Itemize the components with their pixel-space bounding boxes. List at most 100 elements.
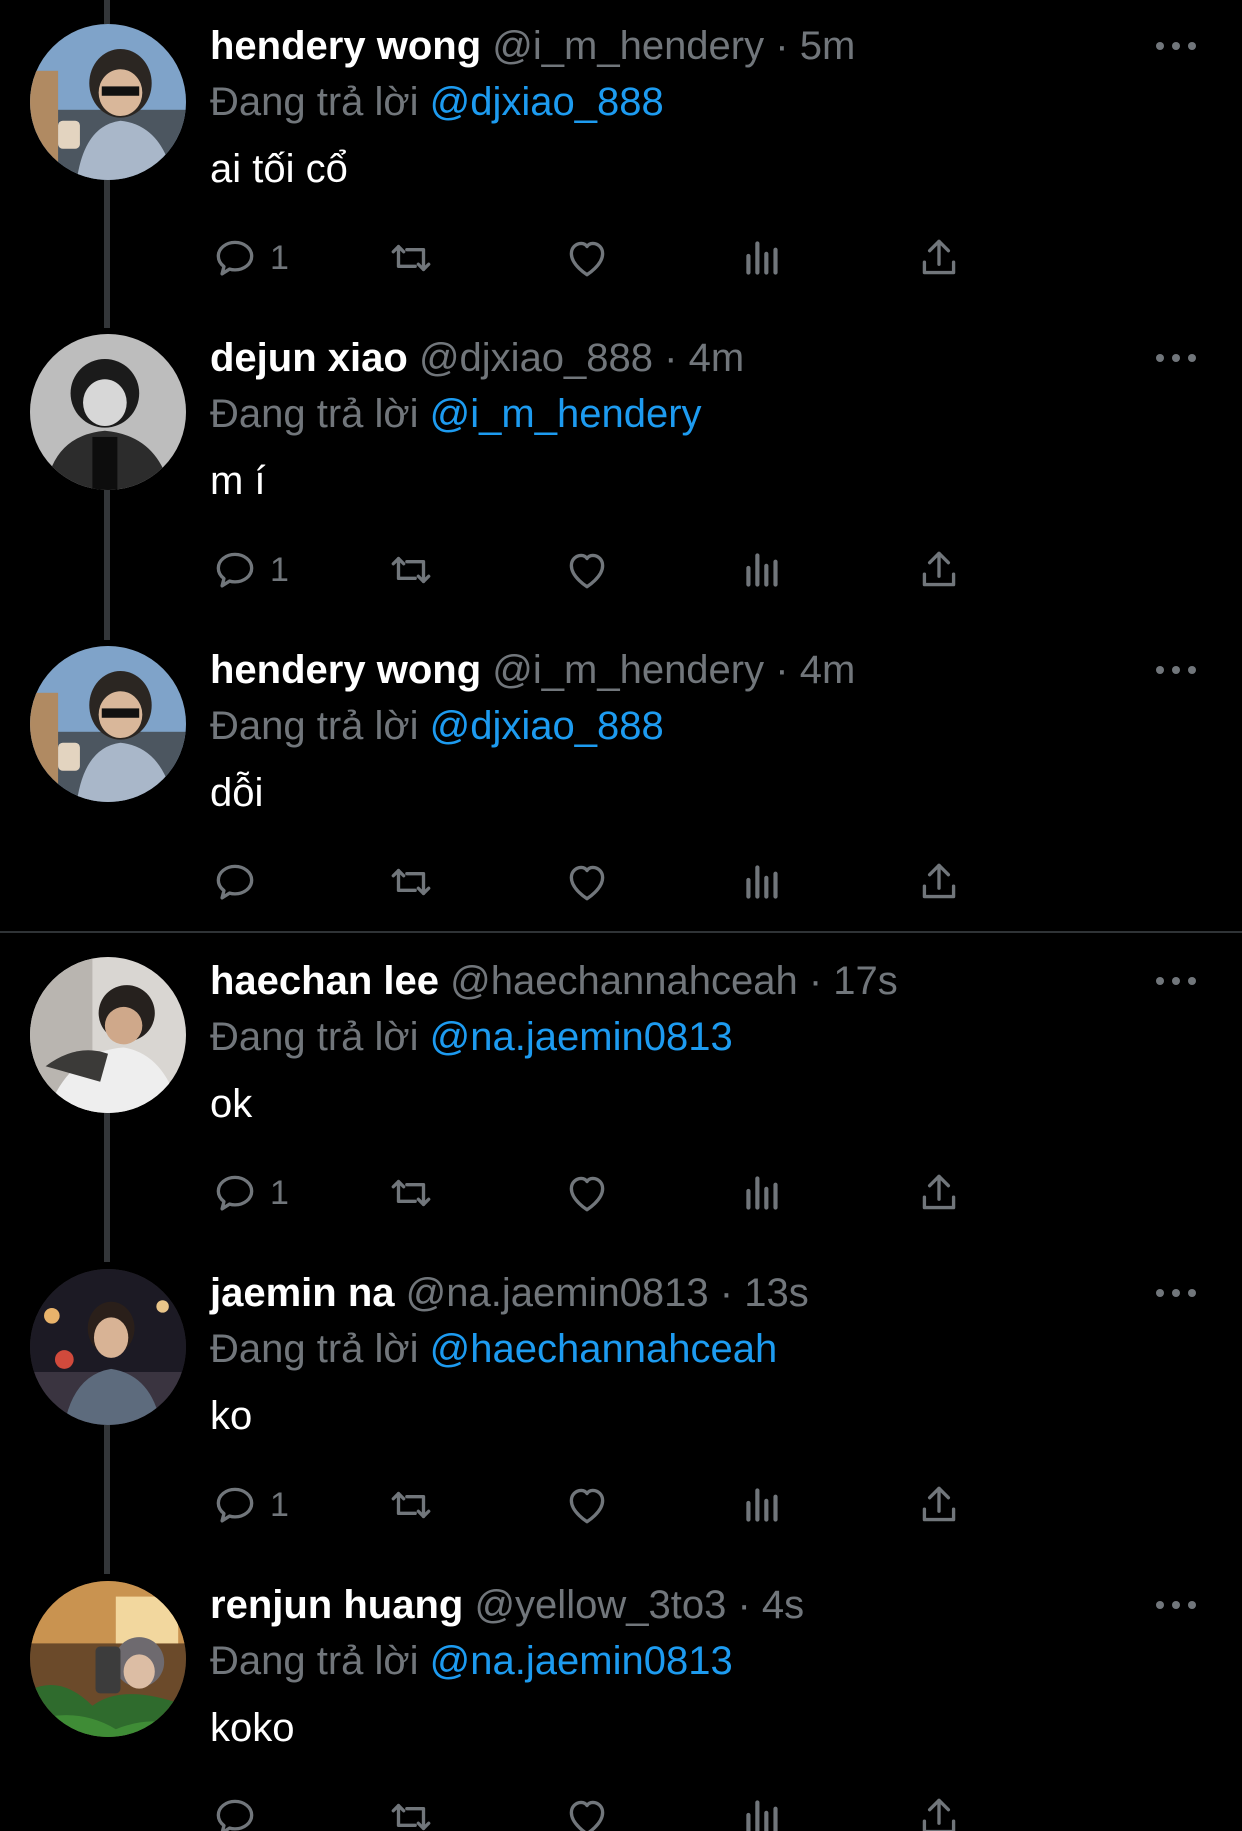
share-button[interactable]: [914, 1787, 964, 1831]
mention-link[interactable]: @na.jaemin0813: [430, 1639, 733, 1683]
retweet-icon: [391, 1803, 431, 1831]
username[interactable]: @djxiao_888: [419, 336, 653, 380]
avatar[interactable]: [30, 334, 186, 490]
separator: ·: [808, 959, 823, 1003]
avatar[interactable]: [30, 957, 186, 1113]
timestamp[interactable]: 4m: [689, 336, 745, 380]
username[interactable]: @i_m_hendery: [492, 24, 764, 68]
username[interactable]: @na.jaemin0813: [406, 1271, 709, 1315]
tweet-actions: 1: [210, 1475, 1110, 1535]
share-button[interactable]: [914, 1163, 964, 1223]
heart-icon: [569, 1488, 605, 1524]
retweet-button[interactable]: [386, 1163, 436, 1223]
views-icon: [746, 553, 778, 587]
tweet-actions: [210, 852, 1110, 912]
views-button[interactable]: [738, 1787, 788, 1831]
replying-to: Đang trả lời @djxiao_888: [210, 78, 664, 126]
more-icon[interactable]: [1156, 973, 1196, 989]
like-button[interactable]: [562, 228, 612, 288]
avatar[interactable]: [30, 1269, 186, 1425]
share-button[interactable]: [914, 852, 964, 912]
views-button[interactable]: [738, 1475, 788, 1535]
mention-link[interactable]: @djxiao_888: [430, 80, 664, 124]
more-icon[interactable]: [1156, 350, 1196, 366]
username[interactable]: @haechannahceah: [450, 959, 798, 1003]
retweet-icon: [391, 556, 431, 584]
more-icon[interactable]: [1156, 662, 1196, 678]
replying-label: Đang trả lời: [210, 704, 419, 748]
reply-icon: [216, 1175, 254, 1211]
reply-button[interactable]: [210, 852, 260, 912]
more-icon[interactable]: [1156, 38, 1196, 54]
tweet[interactable]: renjun huang @yellow_3to3 · 4s Đang trả …: [0, 1559, 1242, 1831]
share-button[interactable]: [914, 1475, 964, 1535]
tweet[interactable]: jaemin na @na.jaemin0813 · 13s Đang trả …: [0, 1247, 1242, 1559]
display-name[interactable]: jaemin na: [210, 1271, 395, 1315]
retweet-button[interactable]: [386, 1475, 436, 1535]
avatar[interactable]: [30, 646, 186, 802]
mention-link[interactable]: @na.jaemin0813: [430, 1015, 733, 1059]
mention-link[interactable]: @i_m_hendery: [430, 392, 702, 436]
replying-to: Đang trả lời @i_m_hendery: [210, 390, 702, 438]
display-name[interactable]: hendery wong: [210, 24, 481, 68]
reply-button[interactable]: [210, 1787, 260, 1831]
username[interactable]: @yellow_3to3: [474, 1583, 726, 1627]
timestamp[interactable]: 4m: [800, 648, 856, 692]
retweet-icon: [391, 868, 431, 896]
reply-button[interactable]: 1: [210, 540, 289, 600]
timestamp[interactable]: 13s: [744, 1271, 809, 1315]
display-name[interactable]: hendery wong: [210, 648, 481, 692]
username[interactable]: @i_m_hendery: [492, 648, 764, 692]
share-icon: [922, 1174, 956, 1210]
like-button[interactable]: [562, 1787, 612, 1831]
views-button[interactable]: [738, 852, 788, 912]
like-button[interactable]: [562, 852, 612, 912]
timestamp[interactable]: 5m: [800, 24, 856, 68]
retweet-button[interactable]: [386, 852, 436, 912]
tweet[interactable]: dejun xiao @djxiao_888 · 4m Đang trả lời…: [0, 312, 1242, 624]
more-icon[interactable]: [1156, 1597, 1196, 1613]
views-button[interactable]: [738, 540, 788, 600]
tweet-text: ko: [210, 1394, 253, 1438]
reply-button[interactable]: 1: [210, 1163, 289, 1223]
timestamp[interactable]: 17s: [833, 959, 898, 1003]
retweet-button[interactable]: [386, 1787, 436, 1831]
like-button[interactable]: [562, 540, 612, 600]
like-button[interactable]: [562, 1475, 612, 1535]
tweet[interactable]: hendery wong @i_m_hendery · 5m Đang trả …: [0, 0, 1242, 312]
replying-label: Đang trả lời: [210, 1015, 419, 1059]
share-button[interactable]: [914, 228, 964, 288]
views-button[interactable]: [738, 228, 788, 288]
mention-link[interactable]: @haechannahceah: [430, 1327, 778, 1371]
avatar[interactable]: [30, 24, 186, 180]
tweet[interactable]: haechan lee @haechannahceah · 17s Đang t…: [0, 935, 1242, 1247]
reply-button[interactable]: 1: [210, 228, 289, 288]
replying-to: Đang trả lời @haechannahceah: [210, 1325, 777, 1373]
display-name[interactable]: renjun huang: [210, 1583, 463, 1627]
reply-count: 1: [270, 550, 289, 589]
avatar[interactable]: [30, 1581, 186, 1737]
share-button[interactable]: [914, 540, 964, 600]
display-name[interactable]: haechan lee: [210, 959, 439, 1003]
tweet[interactable]: hendery wong @i_m_hendery · 4m Đang trả …: [0, 624, 1242, 936]
like-button[interactable]: [562, 1163, 612, 1223]
separator: ·: [775, 648, 789, 692]
retweet-button[interactable]: [386, 228, 436, 288]
separator: ·: [775, 24, 789, 68]
timestamp[interactable]: 4s: [762, 1583, 804, 1627]
reply-icon: [216, 552, 254, 588]
tweet-header: haechan lee @haechannahceah · 17s: [210, 957, 898, 1005]
views-icon: [746, 241, 778, 275]
views-icon: [746, 1800, 778, 1831]
views-button[interactable]: [738, 1163, 788, 1223]
tweet-actions: [210, 1787, 1110, 1831]
more-icon[interactable]: [1156, 1285, 1196, 1301]
replying-to: Đang trả lời @na.jaemin0813: [210, 1637, 733, 1685]
heart-icon: [569, 1176, 605, 1212]
retweet-button[interactable]: [386, 540, 436, 600]
display-name[interactable]: dejun xiao: [210, 336, 408, 380]
reply-count: 1: [270, 238, 289, 277]
reply-button[interactable]: 1: [210, 1475, 289, 1535]
tweet-header: dejun xiao @djxiao_888 · 4m: [210, 334, 744, 382]
mention-link[interactable]: @djxiao_888: [430, 704, 664, 748]
